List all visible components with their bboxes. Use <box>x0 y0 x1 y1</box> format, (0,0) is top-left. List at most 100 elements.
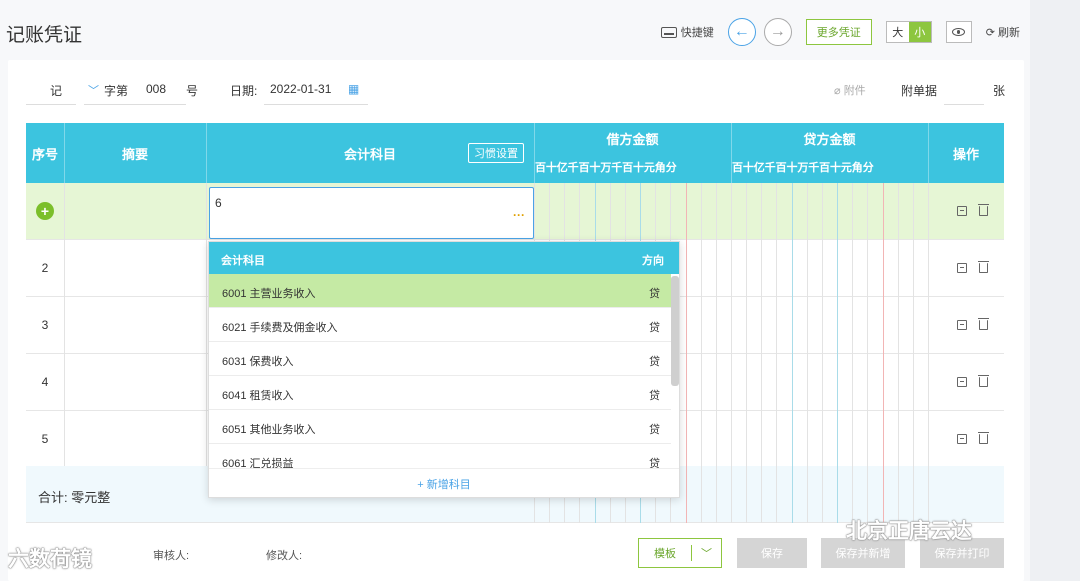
save-button[interactable]: 保存 <box>737 538 807 568</box>
size-small-button[interactable]: 小 <box>908 22 931 42</box>
column-line <box>928 183 929 523</box>
copy-icon[interactable] <box>956 377 967 387</box>
col-credit: 贷方金额 <box>803 131 856 147</box>
col-ops: 操作 <box>952 146 979 162</box>
digit-unit: 十 <box>545 162 557 174</box>
row-seq: 4 <box>41 375 49 389</box>
direction-label: 贷 <box>649 356 660 368</box>
row-actions <box>940 354 1004 410</box>
direction-label: 贷 <box>649 390 660 402</box>
digit-line <box>701 183 702 523</box>
shortcut-button[interactable]: 快捷键 <box>660 24 714 40</box>
digit-line <box>761 183 762 523</box>
direction-label: 贷 <box>649 288 660 300</box>
add-row-button[interactable]: + <box>26 183 64 239</box>
dropdown-item[interactable]: 6061 汇兑损益 贷 <box>209 444 671 468</box>
next-voucher-button[interactable]: → <box>763 18 792 46</box>
column-line <box>206 183 207 466</box>
digit-unit: 元 <box>643 162 655 174</box>
underline <box>26 104 76 105</box>
digit-unit: 十 <box>589 162 601 174</box>
dropdown-col-direction: 方向 <box>642 255 664 267</box>
direction-label: 贷 <box>649 322 660 334</box>
row-seq: 3 <box>41 318 49 332</box>
attachment-button[interactable]: ⌀ 附件 <box>834 82 866 98</box>
digit-unit: 千 <box>808 162 820 174</box>
calendar-icon[interactable]: ▦ <box>348 82 359 96</box>
voucher-meta: 记 ﹀ 字第 008 号 日期: 2022-01-31 ▦ ⌀ 附件 附单据 张 <box>8 60 1024 118</box>
dropdown-item[interactable]: 6051 其他业务收入 贷 <box>209 410 671 444</box>
header-bar: 记账凭证 快捷键 ← → 更多凭证 大 小 ⟳ 刷新 <box>0 0 1030 62</box>
voucher-number-input[interactable]: 008 <box>146 82 166 96</box>
copy-icon[interactable] <box>956 320 967 330</box>
digit-unit: 百 <box>775 162 787 174</box>
digit-line <box>746 183 747 523</box>
direction-label: 贷 <box>649 458 660 468</box>
digit-line <box>883 183 884 523</box>
date-input[interactable]: 2022-01-31 <box>270 82 331 96</box>
digit-unit: 角 <box>654 162 666 174</box>
digit-unit: 亿 <box>753 162 765 174</box>
digit-unit: 百 <box>578 162 590 174</box>
digit-line <box>913 183 914 523</box>
underline <box>944 104 984 105</box>
row-actions <box>940 183 1004 239</box>
digit-line <box>837 183 838 523</box>
dropdown-header: 会计科目 方向 <box>209 242 679 274</box>
copy-icon[interactable] <box>956 206 967 216</box>
dropdown-scrollbar[interactable] <box>671 276 679 386</box>
dropdown-item[interactable]: 6001 主营业务收入 贷 <box>209 274 671 308</box>
trash-icon[interactable] <box>977 375 989 387</box>
copy-icon[interactable] <box>956 263 967 273</box>
arrow-right-icon: → <box>769 23 786 40</box>
habit-settings-button[interactable]: 习惯设置 <box>468 143 524 163</box>
summary-cell[interactable] <box>64 411 206 467</box>
attach-unit: 张 <box>993 84 1006 98</box>
modifier-label: 修改人: <box>266 550 303 562</box>
dropdown-item[interactable]: 6021 手续费及佣金收入 贷 <box>209 308 671 342</box>
summary-cell[interactable] <box>64 297 206 353</box>
subject-label: 6051 其他业务收入 <box>222 424 316 436</box>
chevron-down-icon[interactable]: ﹀ <box>88 82 99 98</box>
number-unit: 号 <box>186 84 199 98</box>
digit-unit: 千 <box>567 162 579 174</box>
col-debit: 借方金额 <box>606 131 659 147</box>
dropdown-item[interactable]: 6041 租赁收入 贷 <box>209 376 671 410</box>
prev-voucher-button[interactable]: ← <box>727 18 756 46</box>
trash-icon[interactable] <box>977 318 989 330</box>
digit-line <box>807 183 808 523</box>
more-vouchers-button[interactable]: 更多凭证 <box>805 19 872 45</box>
trash-icon[interactable] <box>977 261 989 273</box>
digit-unit: 百 <box>819 162 831 174</box>
preview-button[interactable] <box>945 21 972 43</box>
arrow-left-icon: ← <box>733 23 750 40</box>
watermark-right: 北京正唐云达 <box>846 520 972 543</box>
subject-label: 6061 汇兑损益 <box>222 458 294 468</box>
digit-unit: 十 <box>786 162 798 174</box>
voucher-type-select[interactable]: 记 <box>50 82 62 99</box>
digit-line <box>898 183 899 523</box>
copy-icon[interactable] <box>956 434 967 444</box>
template-button[interactable]: 模板 ﹀ <box>638 538 722 568</box>
trash-icon[interactable] <box>977 432 989 444</box>
add-subject-button[interactable]: + 新增科目 <box>209 468 679 498</box>
col-summary: 摘要 <box>121 146 148 162</box>
plus-icon: + <box>36 202 54 220</box>
subject-input[interactable]: 6 ··· <box>209 187 534 239</box>
more-dots-icon[interactable]: ··· <box>513 208 525 222</box>
page-title: 记账凭证 <box>6 25 83 46</box>
date-label: 日期: <box>230 84 258 98</box>
summary-cell[interactable] <box>64 354 206 410</box>
summary-cell[interactable] <box>64 240 206 296</box>
refresh-icon: ⟳ <box>985 26 995 39</box>
row-seq: 2 <box>41 261 49 275</box>
size-big-button[interactable]: 大 <box>887 22 909 42</box>
trash-icon[interactable] <box>977 204 989 216</box>
digit-unit: 百 <box>535 162 546 174</box>
dropdown-item[interactable]: 6031 保费收入 贷 <box>209 342 671 376</box>
refresh-button[interactable]: ⟳ 刷新 <box>986 24 1020 40</box>
summary-cell[interactable] <box>64 183 206 239</box>
underline <box>84 104 186 105</box>
column-line <box>64 183 65 466</box>
word-label: 字第 <box>104 84 129 98</box>
